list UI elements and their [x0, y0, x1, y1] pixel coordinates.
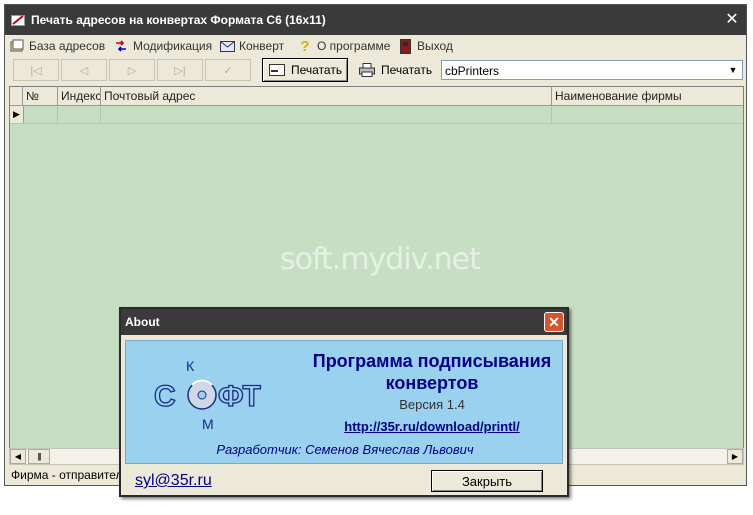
about-title: About — [125, 315, 160, 329]
title-bar: Печать адресов на конвертах Формата С6 (… — [5, 5, 746, 35]
app-icon — [11, 15, 25, 26]
col-header-index[interactable]: Индекс — [58, 87, 101, 105]
header-indicator-cell — [10, 87, 23, 105]
toolbar: |◁ ◁ ▷ ▷| ✓ Печатать Печатать cbPrinters… — [9, 57, 743, 85]
watermark: soft.mydiv.net — [280, 242, 481, 277]
row-indicator-icon: ▶ — [10, 106, 24, 123]
printer-select[interactable]: cbPrinters ▼ — [441, 60, 743, 80]
scroll-right-icon[interactable]: ▶ — [727, 449, 743, 464]
menu-modify[interactable]: Модификация — [113, 38, 212, 54]
company-logo: С ФТ К М — [153, 359, 261, 432]
download-link[interactable]: http://35r.ru/download/printl/ — [304, 419, 560, 434]
menu-database-label: База адресов — [29, 39, 106, 53]
about-title-bar: About ✕ — [121, 309, 567, 335]
nav-first-button[interactable]: |◁ — [13, 59, 59, 81]
exit-icon — [397, 38, 413, 54]
print-label: Печатать — [381, 63, 433, 77]
menu-exit-label: Выход — [417, 39, 453, 53]
nav-prev-button[interactable]: ◁ — [61, 59, 107, 81]
about-dialog: About ✕ С ФТ К М Программа подписывания … — [119, 307, 569, 497]
row-separator — [57, 106, 58, 123]
menu-about-label: О программе — [317, 39, 391, 53]
table-row[interactable]: ▶ — [10, 106, 743, 124]
help-icon: ? — [300, 37, 310, 55]
menu-exit[interactable]: Выход — [397, 38, 453, 54]
about-close-icon[interactable]: ✕ — [544, 312, 564, 332]
grid-header: № Индекс Почтовый адрес Наименование фир… — [10, 87, 743, 106]
row-separator — [551, 106, 552, 123]
print-envelope-button[interactable]: Печатать — [262, 58, 348, 82]
version-label: Версия 1.4 — [399, 397, 465, 412]
logo-letter-left: С — [154, 380, 176, 413]
scroll-left-icon[interactable]: ◀ — [10, 449, 26, 464]
logo-letters-right: ФТ — [218, 380, 261, 413]
logo-letter-bottom: М — [202, 416, 214, 432]
database-icon — [9, 38, 25, 54]
modify-icon — [113, 38, 129, 54]
chevron-down-icon[interactable]: ▼ — [725, 62, 741, 78]
row-separator — [100, 106, 101, 123]
email-link[interactable]: syl@35r.ru — [135, 472, 212, 490]
col-header-address[interactable]: Почтовый адрес — [101, 87, 552, 105]
window-title: Печать адресов на конвертах Формата С6 (… — [31, 13, 326, 27]
menu-envelope-label: Конверт — [239, 39, 285, 53]
menu-modify-label: Модификация — [133, 39, 213, 53]
printer-select-value: cbPrinters — [445, 64, 500, 78]
nav-next-button[interactable]: ▷ — [109, 59, 155, 81]
menu-database[interactable]: База адресов — [9, 38, 105, 54]
print-envelope-label: Печатать — [291, 63, 343, 77]
menu-envelope[interactable]: Конверт — [219, 38, 284, 54]
nav-last-button[interactable]: ▷| — [157, 59, 203, 81]
product-name-line1: Программа подписывания — [312, 351, 552, 371]
menu-about[interactable]: ? О программе — [297, 37, 391, 55]
col-header-number[interactable]: № — [23, 87, 58, 105]
menu-bar: База адресов Модификация Конверт ? О про… — [5, 36, 746, 56]
close-button[interactable]: Закрыть — [431, 470, 543, 492]
about-panel: С ФТ К М Программа подписывания конверто… — [125, 340, 563, 464]
developer-label: Разработчик: Семенов Вячеслав Львович — [216, 442, 474, 457]
nav-post-button[interactable]: ✓ — [205, 59, 251, 81]
print-button[interactable]: Печатать — [353, 58, 437, 82]
product-name-line2: конвертов — [385, 373, 479, 393]
envelope-print-icon — [269, 63, 285, 77]
col-header-company[interactable]: Наименование фирмы — [552, 87, 743, 105]
logo-letter-top: К — [186, 359, 195, 374]
window-close-button[interactable]: ✕ — [722, 10, 742, 30]
envelope-icon — [219, 38, 235, 54]
printer-icon — [359, 63, 375, 77]
scroll-thumb[interactable]: ||| — [28, 449, 50, 464]
